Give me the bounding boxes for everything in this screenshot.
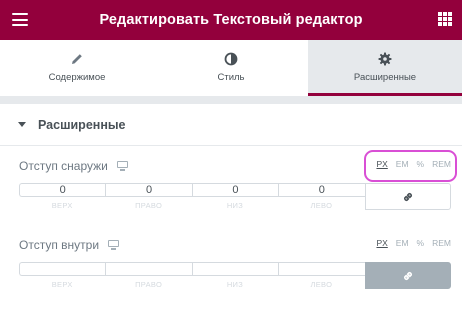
section-title: Расширенные (38, 117, 126, 132)
margin-left-input[interactable]: 0 (278, 183, 365, 197)
contrast-icon (224, 51, 238, 67)
unit-rem[interactable]: REM (432, 238, 451, 248)
tab-style[interactable]: Стиль (154, 40, 308, 96)
padding-units: PX EM % REM (376, 238, 451, 248)
margin-bottom-input[interactable]: 0 (191, 183, 279, 197)
tab-style-label: Стиль (217, 71, 245, 83)
margin-bottom-label: НИЗ (226, 201, 244, 210)
padding-dimensions: ВЕРХ ПРАВО НИЗ ЛЕВО (19, 262, 451, 289)
padding-top-label: ВЕРХ (51, 280, 73, 289)
padding-control: Отступ внутри PX EM % REM ВЕРХ ПРАВО НИЗ (19, 236, 451, 289)
padding-bottom-label: НИЗ (226, 280, 244, 289)
caret-down-icon (18, 122, 26, 127)
margin-top-input[interactable]: 0 (19, 183, 106, 197)
padding-link-button[interactable] (364, 262, 451, 289)
padding-bottom-input[interactable] (191, 262, 279, 276)
padding-label: Отступ внутри (19, 238, 100, 252)
padding-right-input[interactable] (105, 262, 192, 276)
gear-icon (378, 51, 392, 67)
tab-advanced[interactable]: Расширенные (308, 40, 462, 96)
link-icon (403, 271, 412, 280)
margin-control: Отступ снаружи PX EM % REM 0 ВЕРХ 0 ПРАВ… (19, 150, 457, 210)
padding-top-input[interactable] (19, 262, 106, 276)
section-header[interactable]: Расширенные (0, 104, 462, 146)
hamburger-icon[interactable] (12, 13, 28, 26)
margin-units: PX EM % REM (364, 150, 457, 182)
advanced-panel: Расширенные Отступ снаружи PX EM % REM 0… (0, 104, 462, 311)
margin-right-label: ПРАВО (135, 201, 163, 210)
tab-advanced-label: Расширенные (353, 71, 417, 83)
margin-label: Отступ снаружи (19, 159, 108, 173)
desktop-icon[interactable] (116, 160, 129, 172)
padding-right-label: ПРАВО (135, 280, 163, 289)
units-highlight-outline (364, 150, 457, 182)
editor-header: Редактировать Текстовый редактор (0, 0, 462, 40)
panel-tabs: Содержимое Стиль Расширенные (0, 40, 462, 96)
tab-content[interactable]: Содержимое (0, 40, 154, 96)
unit-em[interactable]: EM (396, 238, 409, 248)
tab-content-label: Содержимое (48, 71, 106, 83)
margin-left-label: ЛЕВО (310, 201, 333, 210)
margin-dimensions: 0 ВЕРХ 0 ПРАВО 0 НИЗ 0 ЛЕВО (19, 183, 451, 210)
margin-link-button[interactable] (364, 183, 451, 210)
margin-right-input[interactable]: 0 (105, 183, 192, 197)
grid-icon[interactable] (438, 12, 452, 26)
pencil-icon (70, 51, 84, 67)
unit-percent[interactable]: % (417, 238, 425, 248)
desktop-icon[interactable] (107, 239, 120, 251)
padding-left-input[interactable] (278, 262, 365, 276)
link-icon (403, 192, 412, 201)
unit-px[interactable]: PX (376, 238, 387, 248)
margin-top-label: ВЕРХ (51, 201, 73, 210)
header-title: Редактировать Текстовый редактор (99, 12, 363, 28)
padding-left-label: ЛЕВО (310, 280, 333, 289)
